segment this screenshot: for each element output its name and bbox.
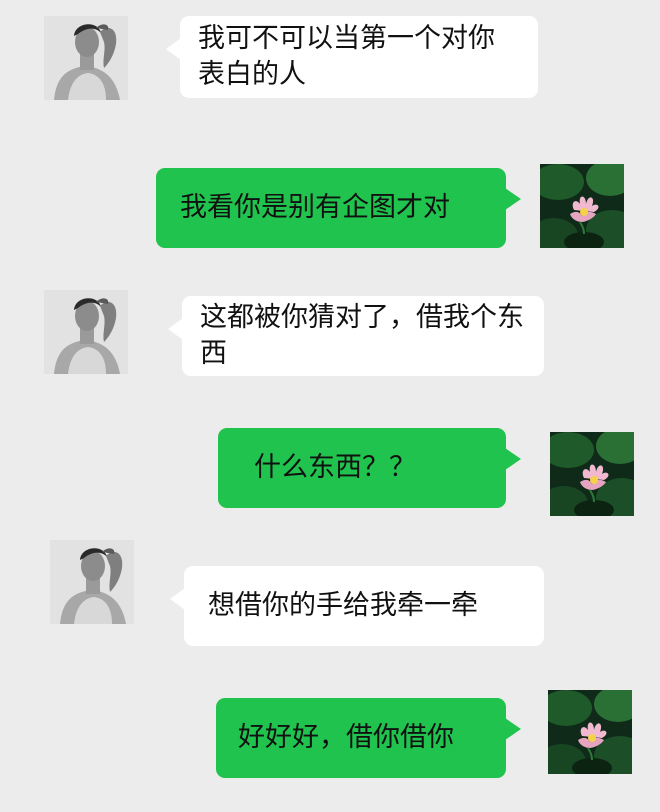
message-bubble-incoming[interactable]: 这都被你猜对了，借我个东西 xyxy=(168,296,544,376)
message-text: 我可不可以当第一个对你表白的人 xyxy=(198,23,495,90)
message-bubble-outgoing[interactable]: 我看你是别有企图才对 xyxy=(156,168,521,248)
man-portrait-avatar-icon xyxy=(50,540,134,624)
avatar[interactable] xyxy=(50,540,134,624)
message-bubble-outgoing[interactable]: 什么东西？？ xyxy=(218,428,521,508)
man-portrait-avatar-icon xyxy=(44,290,128,374)
message-text: 想借你的手给我牵一牵 xyxy=(208,590,478,621)
avatar[interactable] xyxy=(550,432,634,516)
message-text: 好好好，借你借你 xyxy=(238,722,454,753)
message-bubble-incoming[interactable]: 我可不可以当第一个对你表白的人 xyxy=(166,16,538,98)
message-bubble-outgoing[interactable]: 好好好，借你借你 xyxy=(216,698,521,778)
man-portrait-avatar-icon xyxy=(44,16,128,100)
message-bubble-incoming[interactable]: 想借你的手给我牵一牵 xyxy=(170,566,544,646)
avatar[interactable] xyxy=(540,164,624,248)
lotus-avatar-icon xyxy=(540,164,624,248)
avatar[interactable] xyxy=(44,290,128,374)
lotus-avatar-icon xyxy=(550,432,634,516)
avatar[interactable] xyxy=(44,16,128,100)
avatar[interactable] xyxy=(548,690,632,774)
message-text: 什么东西？？ xyxy=(254,452,416,483)
message-text: 我看你是别有企图才对 xyxy=(180,192,450,223)
lotus-avatar-icon xyxy=(548,690,632,774)
message-text: 这都被你猜对了，借我个东西 xyxy=(200,302,524,369)
